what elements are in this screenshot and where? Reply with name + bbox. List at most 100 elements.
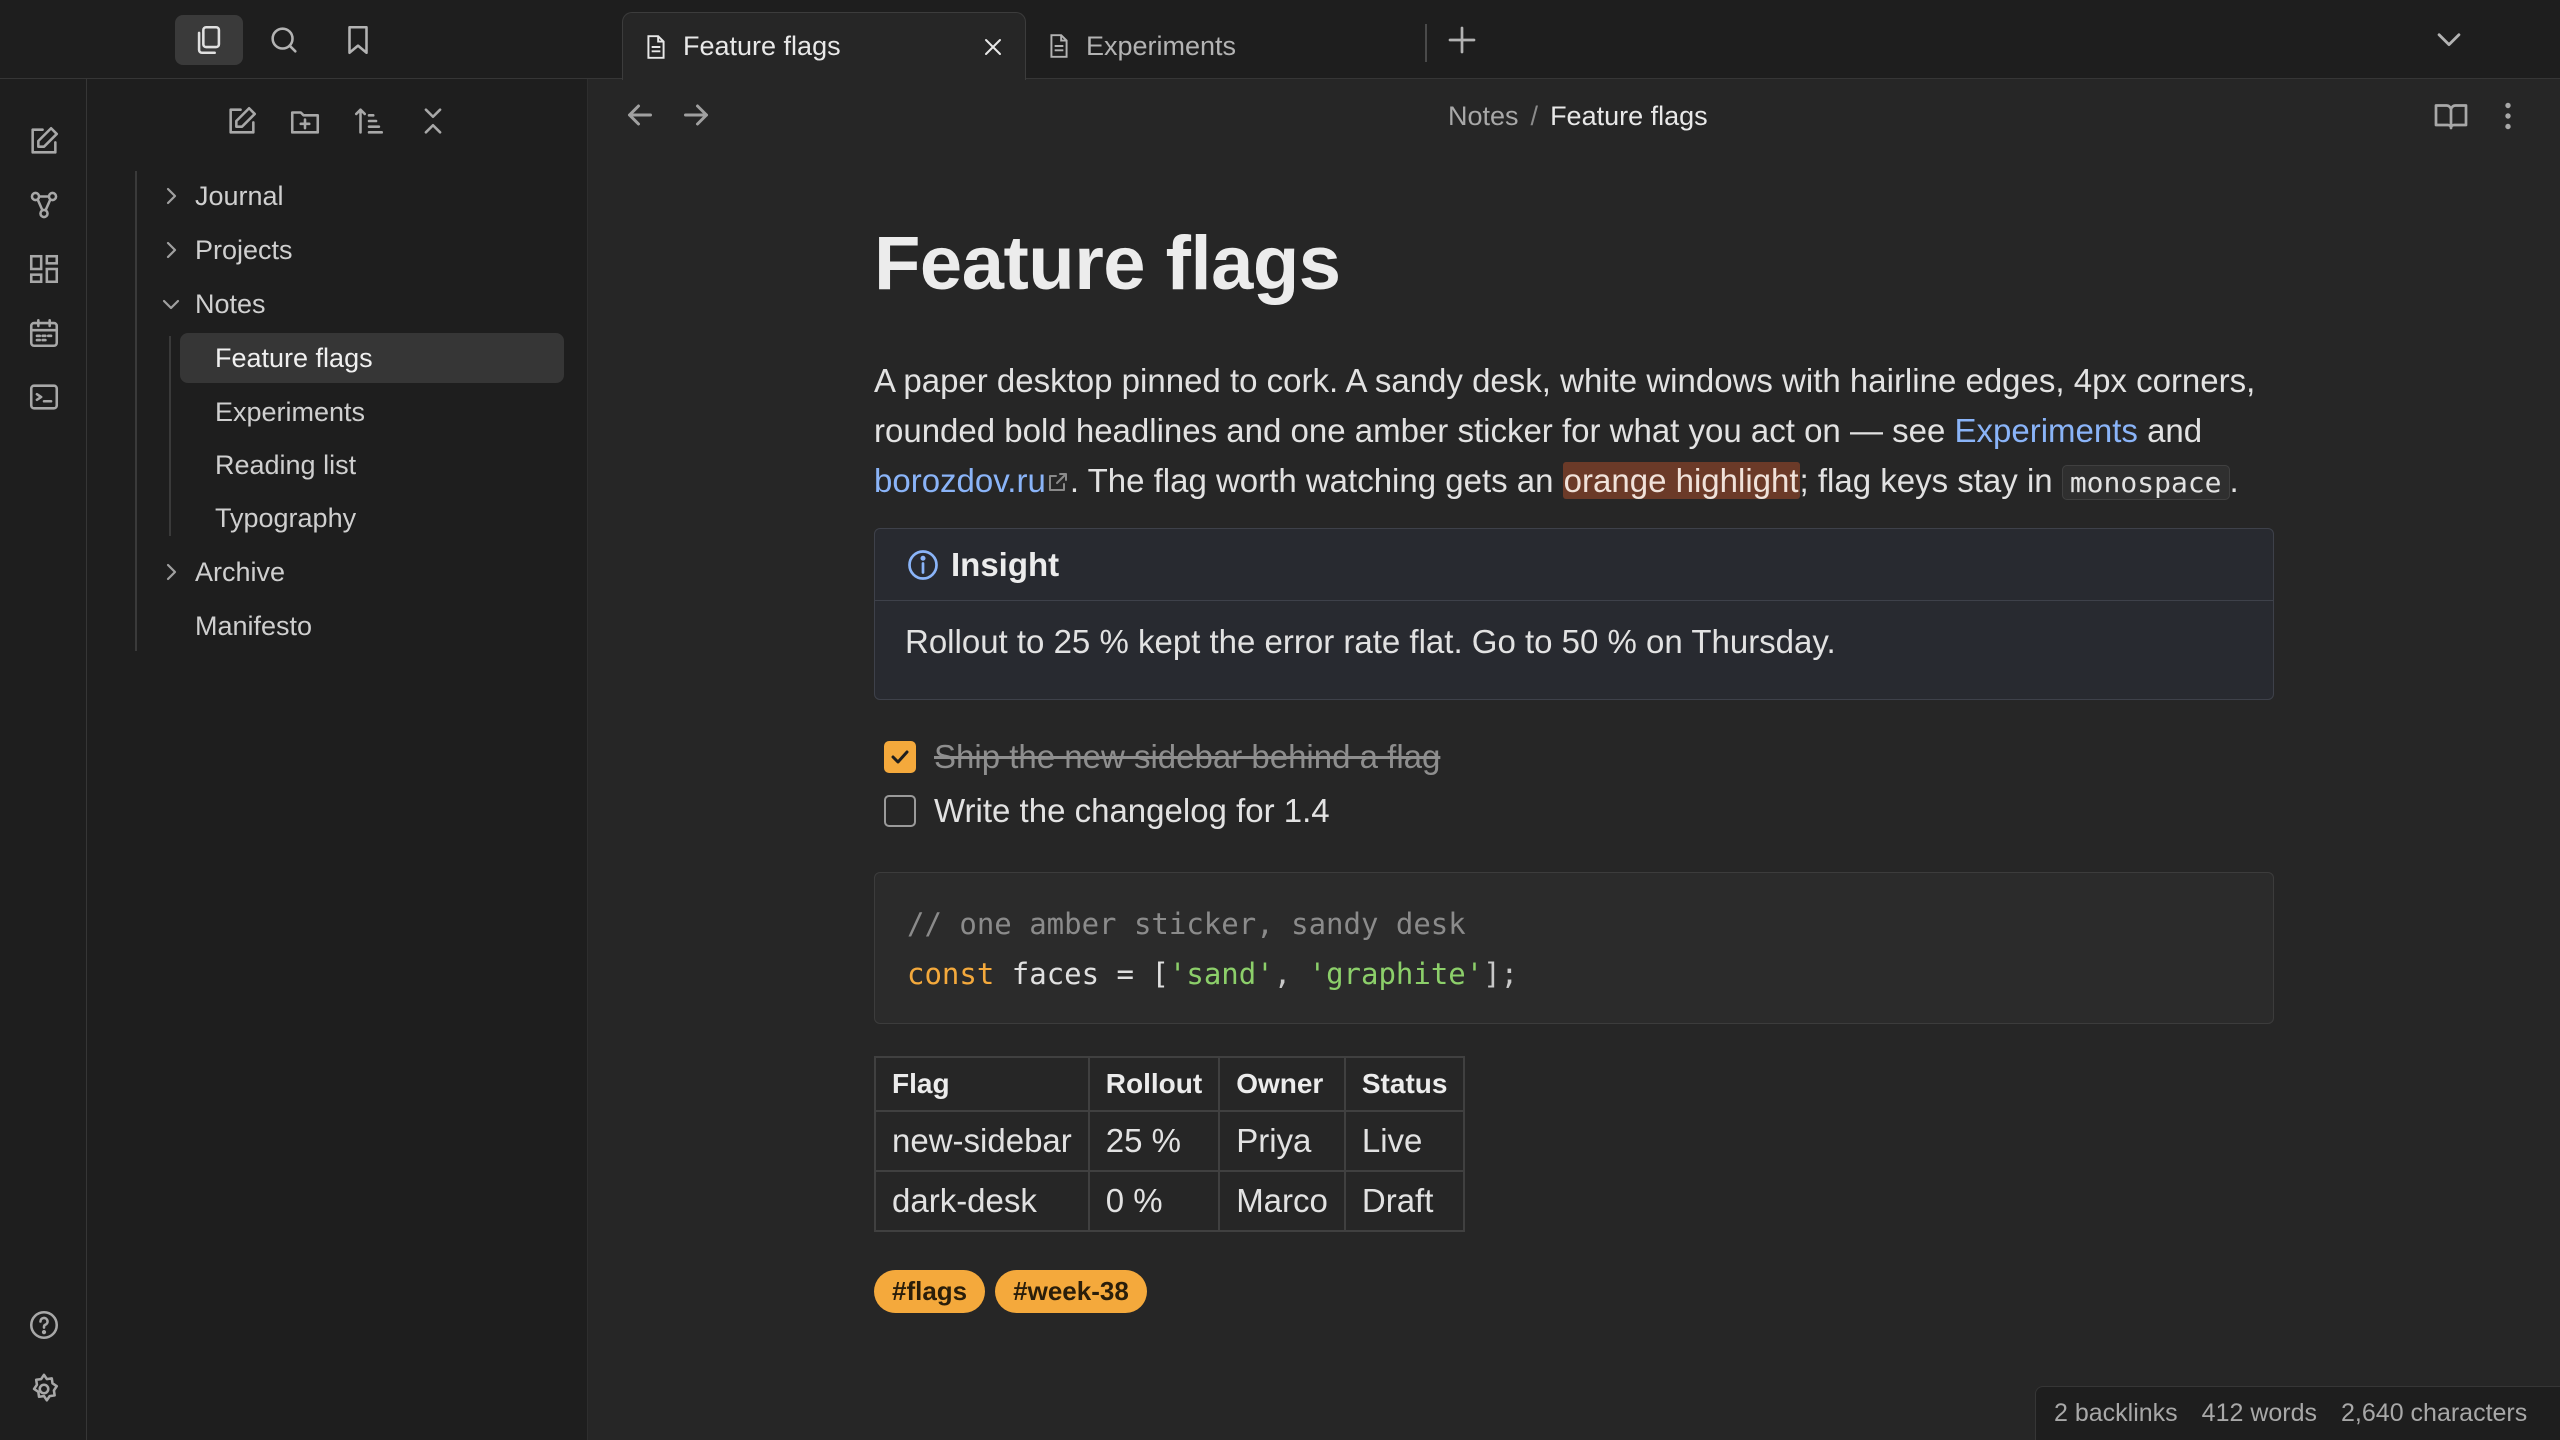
table-cell: Marco — [1218, 1170, 1346, 1232]
tab-feature-flags[interactable]: Feature flags — [622, 12, 1026, 80]
chevron-down-icon[interactable] — [2432, 22, 2466, 56]
character-count: 2,640 characters — [2341, 1399, 2528, 1427]
external-link-icon — [1048, 473, 1067, 491]
code-string: 'sand' — [1168, 957, 1274, 991]
code-comment: // one amber sticker, sandy desk — [907, 907, 1466, 941]
bookmark-icon[interactable] — [324, 15, 392, 65]
breadcrumb: Notes / Feature flags — [1448, 98, 1708, 134]
terminal-icon[interactable] — [24, 377, 64, 417]
folder-archive[interactable]: Archive — [141, 547, 571, 597]
paragraph-text: ; flag keys stay in — [1799, 462, 2062, 499]
file-label: Experiments — [215, 396, 366, 427]
document-icon — [647, 34, 665, 59]
code-string: 'graphite' — [1308, 957, 1484, 991]
file-label: Feature flags — [215, 342, 373, 373]
chevron-right-icon — [166, 563, 177, 581]
file-reading-list[interactable]: Reading list — [180, 440, 564, 490]
file-label: Typography — [215, 502, 357, 533]
paragraph-text: . — [2229, 462, 2239, 499]
external-link-label: borozdov.ru — [874, 462, 1046, 499]
files-icon[interactable] — [175, 15, 243, 65]
breadcrumb-current[interactable]: Feature flags — [1550, 101, 1708, 132]
callout-insight: Insight Rollout to 25 % kept the error r… — [874, 528, 2274, 700]
file-experiments[interactable]: Experiments — [180, 387, 564, 437]
table-cell: 0 % — [1087, 1170, 1221, 1232]
backlinks-count[interactable]: 2 backlinks — [2054, 1399, 2178, 1428]
code-punctuation: , — [1273, 957, 1309, 991]
inline-code: monospace — [2061, 465, 2230, 500]
new-note-icon[interactable] — [24, 121, 64, 161]
sort-icon[interactable] — [349, 101, 389, 141]
folder-label: Archive — [195, 556, 286, 587]
tab-label: Experiments — [1086, 30, 1237, 61]
task-checkbox[interactable] — [884, 741, 916, 773]
note-content: Feature flags A paper desktop pinned to … — [874, 200, 2274, 1313]
dashboard-icon[interactable] — [24, 249, 64, 289]
more-options-icon[interactable] — [2490, 98, 2526, 134]
file-typography[interactable]: Typography — [180, 493, 564, 543]
new-note-icon[interactable] — [222, 101, 262, 141]
code-block: // one amber sticker, sandy desk const f… — [874, 872, 2274, 1024]
graph-icon[interactable] — [24, 185, 64, 225]
task-checkbox[interactable] — [884, 795, 916, 827]
ribbon — [0, 79, 87, 1440]
settings-icon[interactable] — [24, 1369, 64, 1409]
chevron-down-icon — [162, 299, 180, 310]
info-icon — [908, 549, 938, 580]
folder-journal[interactable]: Journal — [141, 171, 571, 221]
table-header: Flag — [874, 1056, 1090, 1112]
collapse-all-icon[interactable] — [413, 101, 453, 141]
task-item: Write the changelog for 1.4 — [884, 792, 1330, 830]
file-manifesto[interactable]: Manifesto — [141, 601, 571, 651]
folder-label: Notes — [195, 288, 266, 319]
tag-list: #flags #week-38 — [874, 1270, 1147, 1313]
breadcrumb-parent[interactable]: Notes — [1448, 101, 1519, 132]
table-header: Status — [1343, 1056, 1466, 1112]
external-link[interactable]: borozdov.ru — [874, 462, 1070, 499]
calendar-icon[interactable] — [24, 313, 64, 353]
help-icon[interactable] — [24, 1305, 64, 1345]
table-header-row: Flag Rollout Owner Status — [874, 1056, 1466, 1112]
new-tab-icon[interactable] — [1444, 22, 1480, 58]
new-folder-icon[interactable] — [285, 101, 325, 141]
table-cell: dark-desk — [874, 1170, 1090, 1232]
close-icon[interactable] — [981, 35, 1005, 59]
table-row: new-sidebar 25 % Priya Live — [874, 1110, 1466, 1172]
tree-guide — [169, 336, 171, 536]
tag-pill[interactable]: #week-38 — [995, 1270, 1147, 1313]
folder-projects[interactable]: Projects — [141, 225, 571, 275]
code-line: const faces = ['sand', 'graphite']; — [907, 949, 2241, 999]
internal-link-experiments[interactable]: Experiments — [1955, 412, 2138, 449]
tag-pill[interactable]: #flags — [874, 1270, 986, 1313]
task-item: Ship the new sidebar behind a flag — [884, 738, 1440, 776]
code-keyword: const — [907, 957, 995, 991]
forward-arrow-icon[interactable] — [678, 97, 714, 133]
folder-notes[interactable]: Notes — [141, 279, 571, 329]
folder-label: Projects — [195, 234, 293, 265]
tab-experiments[interactable]: Experiments — [1026, 12, 1416, 80]
chevron-right-icon — [166, 241, 177, 259]
flags-table: Flag Rollout Owner Status new-sidebar 25… — [874, 1056, 1466, 1232]
word-count: 412 words — [2201, 1399, 2318, 1427]
back-arrow-icon[interactable] — [622, 97, 658, 133]
document-icon — [1050, 34, 1068, 58]
file-feature-flags[interactable]: Feature flags — [180, 333, 564, 383]
tree-guide — [135, 171, 137, 651]
reading-view-icon[interactable] — [2433, 98, 2469, 134]
file-label: Manifesto — [195, 610, 313, 641]
table-header: Owner — [1218, 1056, 1346, 1112]
table-cell: new-sidebar — [874, 1110, 1090, 1172]
search-icon[interactable] — [250, 15, 318, 65]
folder-label: Journal — [195, 180, 284, 211]
table-cell: Priya — [1218, 1110, 1346, 1172]
table-header: Rollout — [1087, 1056, 1221, 1112]
callout-title: Insight — [951, 545, 1060, 583]
title-bar: Feature flags Experiments — [0, 0, 2560, 80]
table-cell: 25 % — [1087, 1110, 1221, 1172]
tab-label: Feature flags — [683, 31, 841, 61]
note-paragraph: A paper desktop pinned to cork. A sandy … — [874, 356, 2274, 508]
task-text: Write the changelog for 1.4 — [934, 792, 1330, 829]
callout-header: Insight — [875, 529, 2273, 601]
chevron-right-icon — [166, 187, 177, 205]
file-label: Reading list — [215, 449, 357, 480]
